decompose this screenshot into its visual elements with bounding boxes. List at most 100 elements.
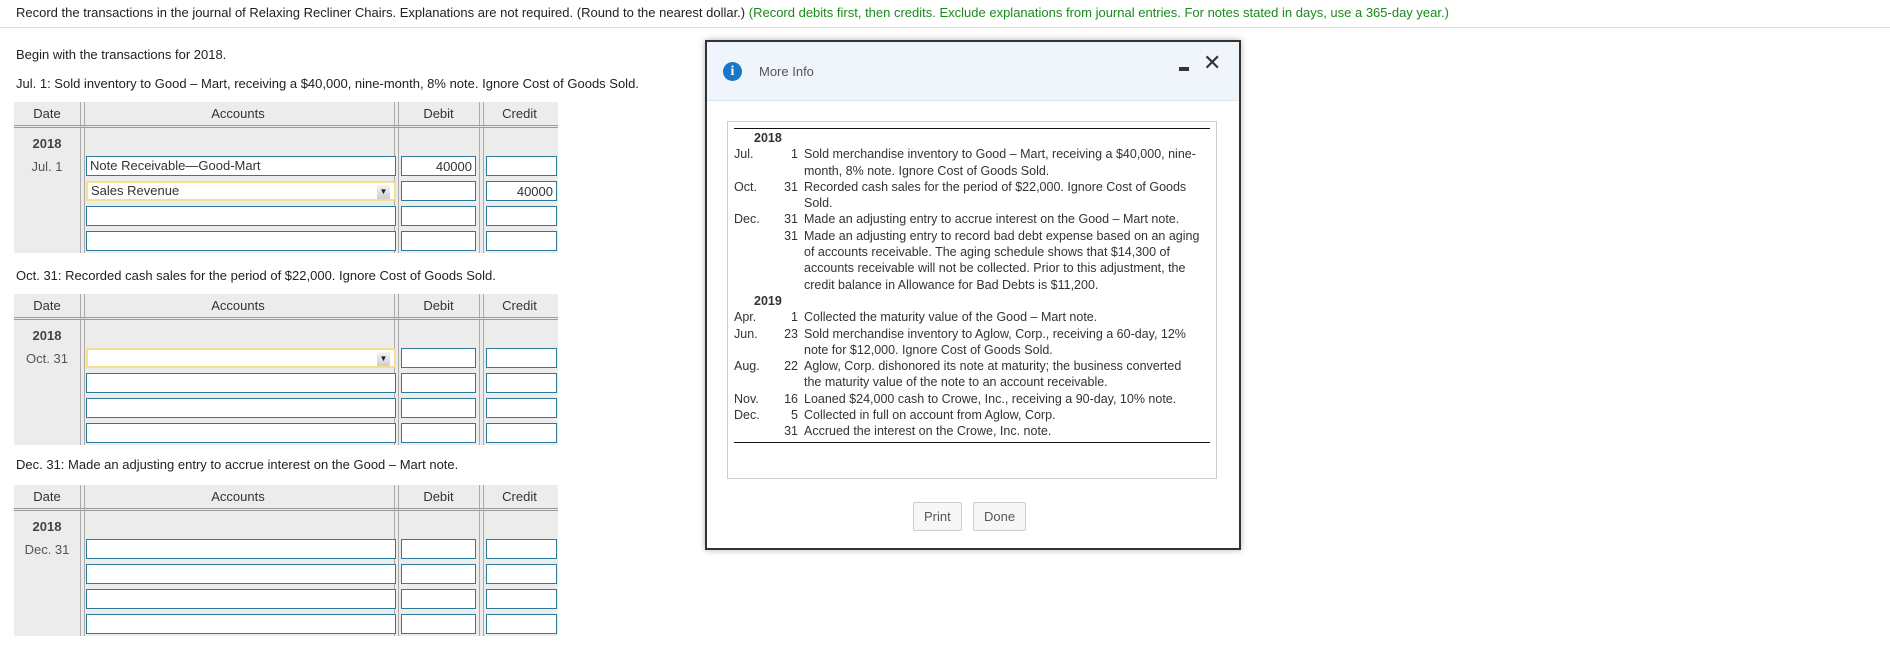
account-field[interactable]: Note Receivable—Good-Mart xyxy=(86,156,396,176)
transaction-day: 1 xyxy=(791,147,798,162)
column-divider xyxy=(80,294,85,445)
transaction-text: Made an adjusting entry to record bad de… xyxy=(804,228,1200,292)
entry-prompt: Dec. 31: Made an adjusting entry to accr… xyxy=(16,457,459,472)
transaction-item: Nov. 16 Loaned $24,000 cash to Crowe, Inc.… xyxy=(734,391,1210,407)
credit-field[interactable] xyxy=(486,206,557,226)
transaction-month xyxy=(734,423,770,439)
transaction-item: Apr. 1 Collected the maturity value of the… xyxy=(734,309,1210,325)
column-divider xyxy=(479,485,484,636)
dropdown-arrow-icon[interactable]: ▼ xyxy=(377,352,390,366)
debit-field[interactable] xyxy=(401,231,476,251)
credit-field[interactable] xyxy=(486,231,557,251)
close-icon[interactable]: ✕ xyxy=(1203,50,1221,76)
transaction-text: Aglow, Corp. dishonored its note at matu… xyxy=(804,359,1182,390)
column-header-date: Date xyxy=(33,106,61,121)
account-field[interactable] xyxy=(86,398,396,418)
column-header-debit: Debit xyxy=(423,106,454,121)
transaction-text: Sold merchandise inventory to Aglow, Cor… xyxy=(804,326,1186,357)
transaction-month: Aug. xyxy=(734,359,760,374)
credit-field[interactable] xyxy=(486,589,557,609)
transaction-item: 31 Accrued the interest on the Crowe, Inc… xyxy=(734,423,1210,439)
dropdown-arrow-icon[interactable]: ▼ xyxy=(377,185,390,199)
transaction-text: Accrued the interest on the Crowe, Inc. … xyxy=(804,424,1052,439)
column-header-credit: Credit xyxy=(502,106,537,121)
debit-field[interactable] xyxy=(401,589,476,609)
credit-field[interactable] xyxy=(486,348,557,368)
transaction-day: 16 xyxy=(784,391,798,406)
date-label: Dec. 31 xyxy=(24,542,70,557)
dialog-header: i More Info ✕ xyxy=(707,42,1239,101)
transaction-month: Dec. xyxy=(734,408,760,423)
account-field[interactable] xyxy=(86,348,396,368)
column-header-accounts: Accounts xyxy=(211,298,265,313)
transactions-box: 2018 Jul. 1 Sold merchandise inventory to G… xyxy=(727,121,1217,479)
transaction-month: Dec. xyxy=(734,212,760,227)
entry-prompt: Jul. 1: Sold inventory to Good – Mart, r… xyxy=(16,76,639,91)
account-field[interactable] xyxy=(86,373,396,393)
instructions-hint: (Record debits first, then credits. Excl… xyxy=(748,5,1449,20)
print-button[interactable]: Print xyxy=(913,502,962,531)
credit-field[interactable] xyxy=(486,564,557,584)
transaction-item: Dec. 31 Made an adjusting entry to accrue … xyxy=(734,211,1210,227)
year-heading: 2018 xyxy=(754,131,782,145)
credit-field[interactable] xyxy=(486,398,557,418)
account-value: Note Receivable—Good-Mart xyxy=(90,158,261,173)
table-header: Date Accounts Debit Credit xyxy=(14,294,558,320)
transaction-month: Jun. xyxy=(734,326,758,341)
column-divider xyxy=(479,102,484,253)
transaction-day: 31 xyxy=(784,212,798,227)
entry-prompt: Oct. 31: Recorded cash sales for the per… xyxy=(16,268,496,283)
debit-field[interactable] xyxy=(401,373,476,393)
debit-field[interactable] xyxy=(401,206,476,226)
minimize-icon[interactable] xyxy=(1179,67,1189,71)
debit-field[interactable] xyxy=(401,564,476,584)
intro-text: Begin with the transactions for 2018. xyxy=(16,47,227,62)
more-info-dialog: i More Info ✕ 2018 Jul. 1 Sold merchandise … xyxy=(705,40,1241,550)
journal-table: Date Accounts Debit Credit 2018 Dec. 31 xyxy=(14,485,558,636)
credit-field[interactable] xyxy=(486,614,557,634)
credit-field[interactable] xyxy=(486,423,557,443)
info-icon: i xyxy=(723,62,742,81)
journal-table: Date Accounts Debit Credit 2018 Jul. 1 Note Re… xyxy=(14,102,558,253)
debit-field[interactable] xyxy=(401,539,476,559)
debit-field[interactable] xyxy=(401,181,476,201)
credit-field[interactable] xyxy=(486,156,557,176)
account-field[interactable] xyxy=(86,589,396,609)
debit-field[interactable] xyxy=(401,348,476,368)
debit-field[interactable] xyxy=(401,614,476,634)
debit-field[interactable] xyxy=(401,398,476,418)
transaction-day: 22 xyxy=(784,359,798,374)
column-header-accounts: Accounts xyxy=(211,489,265,504)
debit-field[interactable] xyxy=(401,423,476,443)
credit-field[interactable] xyxy=(486,373,557,393)
transaction-text: Collected in full on account from Aglow,… xyxy=(804,408,1056,423)
column-divider xyxy=(80,485,85,636)
table-header: Date Accounts Debit Credit xyxy=(14,102,558,128)
account-field[interactable] xyxy=(86,564,396,584)
column-header-accounts: Accounts xyxy=(211,106,265,121)
account-value: Sales Revenue xyxy=(91,183,180,198)
credit-field[interactable] xyxy=(486,539,557,559)
account-field[interactable] xyxy=(86,539,396,559)
instructions-main: Record the transactions in the journal o… xyxy=(16,5,746,20)
debit-field[interactable] xyxy=(401,156,476,176)
account-field[interactable] xyxy=(86,231,396,251)
done-button[interactable]: Done xyxy=(973,502,1027,531)
divider xyxy=(0,27,1890,28)
account-field[interactable] xyxy=(86,614,396,634)
account-field[interactable]: Sales Revenue xyxy=(86,181,396,201)
account-field[interactable] xyxy=(86,423,396,443)
year-heading: 2019 xyxy=(754,293,782,308)
credit-field[interactable] xyxy=(486,181,557,201)
transaction-text: Sold merchandise inventory to Good – Mar… xyxy=(804,147,1196,178)
dialog-title: More Info xyxy=(759,64,814,79)
transaction-day: 5 xyxy=(791,408,798,423)
column-header-date: Date xyxy=(33,489,61,504)
transaction-day: 23 xyxy=(784,326,798,341)
year-label: 2018 xyxy=(32,519,62,534)
column-divider xyxy=(479,294,484,445)
account-field[interactable] xyxy=(86,206,396,226)
transaction-item: Jul. 1 Sold merchandise inventory to Good … xyxy=(734,146,1210,179)
transaction-text: Collected the maturity value of the Good… xyxy=(804,310,1098,325)
transaction-text: Made an adjusting entry to accrue intere… xyxy=(804,212,1180,227)
